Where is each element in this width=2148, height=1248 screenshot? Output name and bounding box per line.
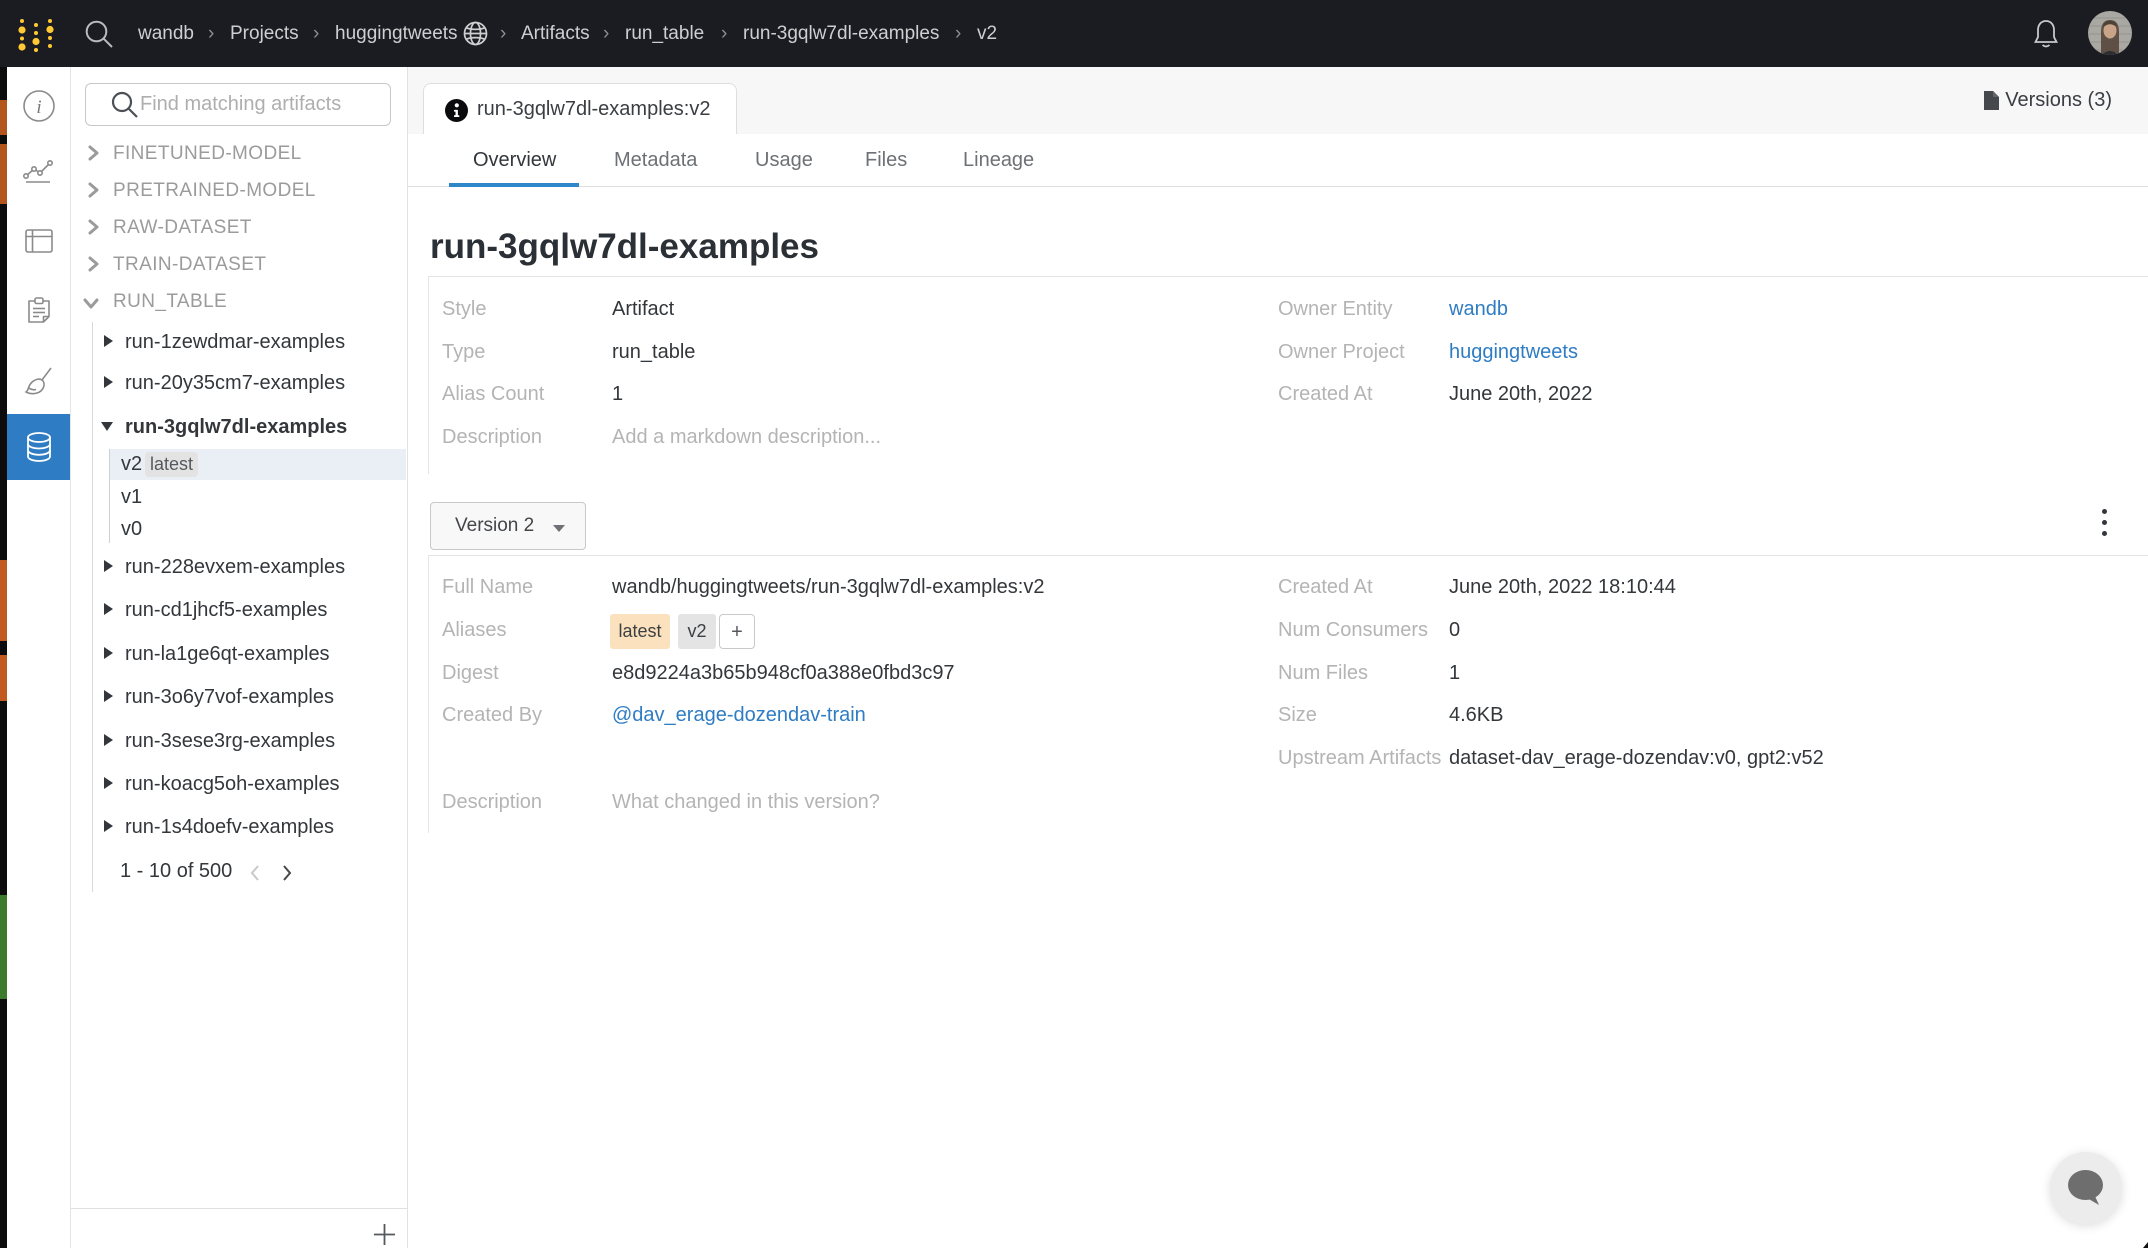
svg-text:i: i [36, 97, 41, 118]
